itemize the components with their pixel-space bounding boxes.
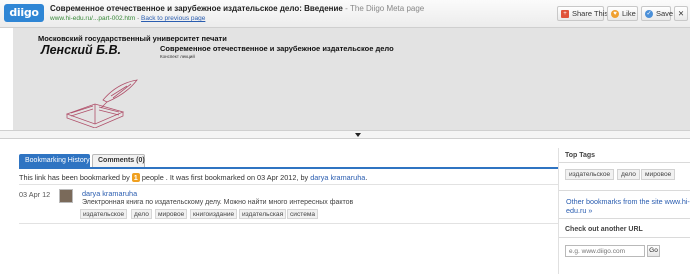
top-tag[interactable]: издательское: [565, 169, 615, 180]
tag-link[interactable]: издательское: [80, 209, 128, 219]
share-icon: +: [561, 10, 569, 18]
tab-bookmarking-history[interactable]: Bookmarking History: [19, 154, 90, 167]
back-link[interactable]: Back to previous page: [141, 15, 205, 22]
check-url-heading: Check out another URL: [565, 226, 643, 233]
avatar[interactable]: [59, 189, 73, 203]
preview-book-title: Современное отечественное и зарубежное и…: [160, 44, 394, 53]
save-icon: ✓: [645, 10, 653, 18]
divider: [19, 184, 558, 185]
summary-middle: people . It was first bookmarked on 03 A…: [139, 173, 311, 182]
tag-link[interactable]: книгоиздание: [190, 209, 238, 219]
top-tag[interactable]: дело: [617, 169, 640, 180]
preview-notes: Конспект лекций: [160, 54, 195, 59]
url-input[interactable]: [565, 245, 645, 257]
close-icon: ✕: [677, 9, 685, 18]
like-icon: ♥: [611, 10, 619, 18]
summary-suffix: .: [365, 173, 368, 182]
share-button[interactable]: + Share This: [557, 6, 608, 21]
top-tags-heading: Top Tags: [565, 152, 596, 159]
diigo-toolbar: diigo Современное отечественное и зарубе…: [0, 0, 690, 28]
top-tag[interactable]: мировое: [641, 169, 676, 180]
other-bookmarks-link[interactable]: Other bookmarks from the site www.hi-edu…: [566, 197, 690, 215]
save-label: Save: [656, 9, 674, 18]
book-quill-illustration: [65, 79, 138, 128]
like-button[interactable]: ♥ Like: [607, 6, 638, 21]
bookmark-date: 03 Apr 12: [19, 190, 51, 199]
tag-link[interactable]: дело: [131, 209, 152, 219]
page-preview[interactable]: Московский государственный университет п…: [13, 28, 690, 130]
divider: [559, 218, 690, 219]
like-label: Like: [622, 9, 636, 18]
tag-link[interactable]: издательская: [239, 209, 287, 219]
summary-prefix: This link has been bookmarked by: [19, 173, 132, 182]
preview-university: Московский государственный университет п…: [38, 34, 227, 43]
diigo-logo[interactable]: diigo: [4, 4, 44, 22]
tab-comments[interactable]: Comments (0): [92, 154, 145, 167]
divider: [559, 237, 690, 238]
page-url[interactable]: www.hi-edu.ru/...part-002.htm: [50, 15, 135, 22]
bookmark-user-link[interactable]: darya kramaruha: [82, 189, 137, 198]
go-button[interactable]: Go: [647, 245, 660, 257]
divider: [559, 190, 690, 191]
first-bookmarker-link[interactable]: darya kramaruha: [310, 173, 365, 182]
bookmark-history-panel: Bookmarking History Comments (0) This li…: [13, 148, 558, 258]
save-button[interactable]: ✓ Save: [641, 6, 674, 21]
share-label: Share This: [572, 9, 609, 18]
bookmark-summary: This link has been bookmarked by 1 peopl…: [19, 173, 367, 182]
divider: [19, 223, 558, 224]
page-title: Современное отечественное и зарубежное и…: [50, 4, 424, 13]
page-title-suffix: - The Diigo Meta page: [342, 4, 425, 13]
bookmark-description: Электронная книга по издательскому делу.…: [82, 199, 354, 206]
preview-author: Ленский Б.В.: [41, 43, 121, 57]
bookmark-count-badge[interactable]: 1: [131, 173, 140, 182]
tab-underline: [19, 167, 558, 169]
url-line: www.hi-edu.ru/...part-002.htm - Back to …: [50, 15, 205, 22]
tag-link[interactable]: система: [287, 209, 319, 219]
collapse-arrow-icon[interactable]: [355, 133, 361, 137]
divider: [559, 162, 690, 163]
page-title-main: Современное отечественное и зарубежное и…: [50, 4, 343, 13]
preview-toggle-bar[interactable]: [0, 130, 690, 139]
close-button[interactable]: ✕: [674, 6, 688, 21]
tag-link[interactable]: мировое: [155, 209, 188, 219]
